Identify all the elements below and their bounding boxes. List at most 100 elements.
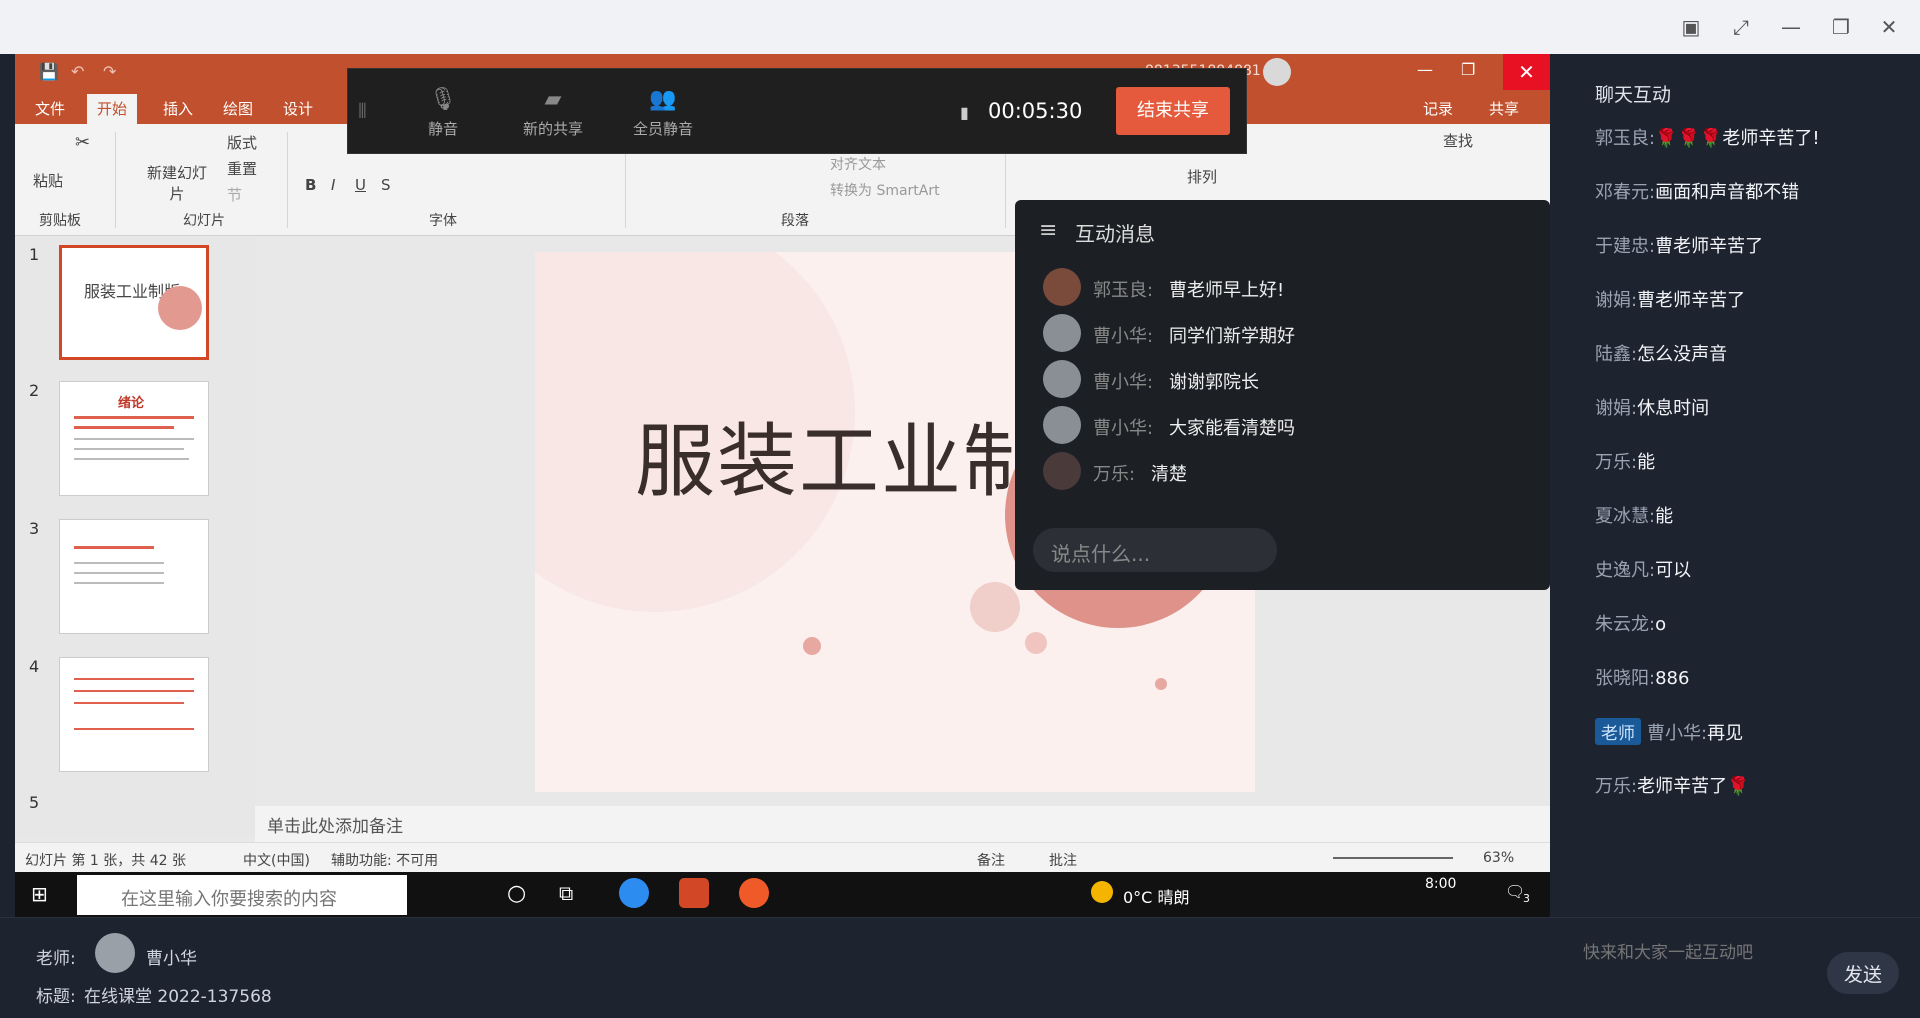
message-author: 邓春元:: [1595, 182, 1656, 203]
mute-button[interactable]: 🎙 静音: [398, 87, 488, 139]
arrange-button[interactable]: 排列: [1187, 166, 1217, 187]
message-text: 曹老师辛苦了: [1637, 290, 1746, 311]
italic-button[interactable]: I: [331, 176, 335, 194]
redo-icon[interactable]: ↷: [103, 62, 116, 81]
group-slides: 幻灯片: [183, 213, 225, 229]
message-author: 郭玉良:: [1595, 128, 1656, 149]
slide-count: 幻灯片 第 1 张，共 42 张: [25, 853, 186, 869]
popup-input[interactable]: 说点什么...: [1033, 528, 1277, 572]
bold-button[interactable]: B: [305, 176, 316, 194]
popup-message: 曹小华: 谢谢郭院长: [1043, 360, 1543, 400]
signal-icon: ▮: [960, 103, 969, 122]
message-text: 曹老师辛苦了: [1655, 236, 1764, 257]
new-share-button[interactable]: ▰ 新的共享: [508, 87, 598, 139]
end-share-button[interactable]: 结束共享: [1116, 87, 1230, 135]
align-text-button[interactable]: 对齐文本: [830, 154, 886, 174]
shadow-button[interactable]: S: [381, 176, 391, 194]
message-text: 曹老师早上好!: [1169, 280, 1285, 301]
tab-file[interactable]: 文件: [35, 98, 65, 119]
new-slide-button[interactable]: 新建幻灯片: [147, 162, 207, 204]
close-icon[interactable]: ✕: [1874, 12, 1904, 42]
avatar: [1043, 452, 1081, 490]
thumb2-title: 绪论: [118, 396, 145, 411]
send-button[interactable]: 发送: [1827, 952, 1899, 994]
mute-all-button[interactable]: 👥 全员静音: [618, 87, 708, 139]
share-button[interactable]: 共享: [1489, 98, 1519, 119]
section-button[interactable]: 节: [227, 184, 242, 205]
menu-icon[interactable]: ≡: [1039, 218, 1057, 243]
language-status[interactable]: 中文(中国): [243, 850, 310, 870]
chat-message: 张晓阳:886: [1595, 664, 1689, 690]
app-icon-powerpoint[interactable]: [679, 878, 709, 908]
restore-icon[interactable]: ❐: [1826, 12, 1856, 42]
tab-insert[interactable]: 插入: [163, 98, 193, 119]
message-author: 史逸凡:: [1595, 560, 1656, 581]
task-view-icon[interactable]: ⧉: [559, 881, 573, 905]
interaction-popup: ≡ 互动消息 郭玉良: 曹老师早上好! 曹小华: 同学们新学期好 曹小华: 谢谢…: [1015, 200, 1550, 590]
notes-toggle[interactable]: 备注: [977, 850, 1005, 870]
drag-handle-icon[interactable]: ⦀: [358, 99, 367, 123]
account-avatar[interactable]: [1263, 58, 1291, 86]
clock[interactable]: 8:00: [1425, 876, 1456, 892]
slide-thumb-4[interactable]: [59, 657, 209, 772]
message-author: 张晓阳:: [1595, 668, 1656, 689]
message-author: 万乐:: [1595, 776, 1638, 797]
avatar: [1043, 406, 1081, 444]
layout-button[interactable]: 版式: [227, 132, 257, 153]
tab-home[interactable]: 开始: [87, 94, 138, 124]
message-author: 万乐:: [1595, 452, 1638, 473]
minimize-icon[interactable]: —: [1776, 12, 1806, 42]
app-icon-browser[interactable]: [619, 878, 649, 908]
popup-message: 郭玉良: 曹老师早上好!: [1043, 268, 1543, 308]
title-label: 标题:: [36, 987, 76, 1007]
cut-icon[interactable]: ✂: [75, 132, 90, 153]
record-button[interactable]: 记录: [1423, 98, 1453, 119]
pip-icon[interactable]: ▣: [1676, 12, 1706, 42]
ppt-minimize-icon[interactable]: —: [1417, 60, 1433, 79]
message-author: 郭玉良:: [1093, 280, 1154, 301]
screen-share-toolbar: ⦀ 🎙 静音 ▰ 新的共享 👥 全员静音 ▮ 00:05:30 结束共享: [347, 68, 1247, 154]
app-icon-meeting[interactable]: [739, 878, 769, 908]
tab-draw[interactable]: 绘图: [223, 98, 253, 119]
message-author: 曹小华:: [1093, 326, 1154, 347]
chat-title: 聊天互动: [1595, 84, 1672, 106]
message-text: 可以: [1655, 560, 1692, 581]
message-text: 再见: [1707, 723, 1744, 744]
chat-message: 邓春元:画面和声音都不错: [1595, 178, 1799, 204]
smartart-button[interactable]: 转换为 SmartArt: [830, 180, 940, 200]
avatar: [1043, 314, 1081, 352]
message-author: 夏冰慧:: [1595, 506, 1656, 527]
tab-design[interactable]: 设计: [283, 98, 313, 119]
teacher-label: 老师:: [36, 949, 76, 969]
fullscreen-icon[interactable]: ⤢: [1726, 12, 1756, 42]
message-author: 谢娟:: [1595, 290, 1638, 311]
zoom-slider[interactable]: [1333, 857, 1453, 859]
weather-status[interactable]: 0°C 晴朗: [1123, 884, 1189, 908]
accessibility-status[interactable]: 辅助功能: 不可用: [331, 850, 438, 870]
message-text: 同学们新学期好: [1169, 326, 1295, 347]
ppt-restore-icon[interactable]: ❐: [1461, 60, 1475, 79]
comments-toggle[interactable]: 批注: [1049, 850, 1077, 870]
message-author: 曹小华:: [1093, 418, 1154, 439]
ppt-statusbar: 幻灯片 第 1 张，共 42 张 中文(中国) 辅助功能: 不可用 备注 批注 …: [15, 842, 1550, 872]
save-icon[interactable]: 💾: [39, 62, 59, 81]
cortana-icon[interactable]: ○: [507, 881, 526, 906]
taskbar-search-input[interactable]: [77, 875, 407, 915]
slide-thumb-1[interactable]: 服装工业制版: [59, 245, 209, 360]
find-button[interactable]: 查找: [1443, 130, 1473, 151]
slide-thumb-3[interactable]: [59, 519, 209, 634]
ppt-close-button[interactable]: ✕: [1503, 54, 1550, 90]
slide-thumb-2[interactable]: 绪论: [59, 381, 209, 496]
chat-input[interactable]: [1583, 938, 1813, 968]
underline-button[interactable]: U: [355, 176, 366, 194]
notes-pane[interactable]: 单击此处添加备注: [255, 806, 1550, 842]
windows-taskbar: ⊞ ⌕ ○ ⧉ 0°C 晴朗 8:00 🗨 3: [15, 872, 1550, 917]
reset-button[interactable]: 重置: [227, 158, 257, 179]
windows-start-icon[interactable]: ⊞: [31, 882, 48, 906]
group-clipboard: 剪贴板: [39, 213, 81, 229]
avatar: [1043, 268, 1081, 306]
undo-icon[interactable]: ↶: [71, 62, 84, 81]
paste-button[interactable]: 粘贴: [33, 170, 63, 191]
message-author: 于建忠:: [1595, 236, 1656, 257]
zoom-level[interactable]: 63%: [1483, 850, 1514, 866]
